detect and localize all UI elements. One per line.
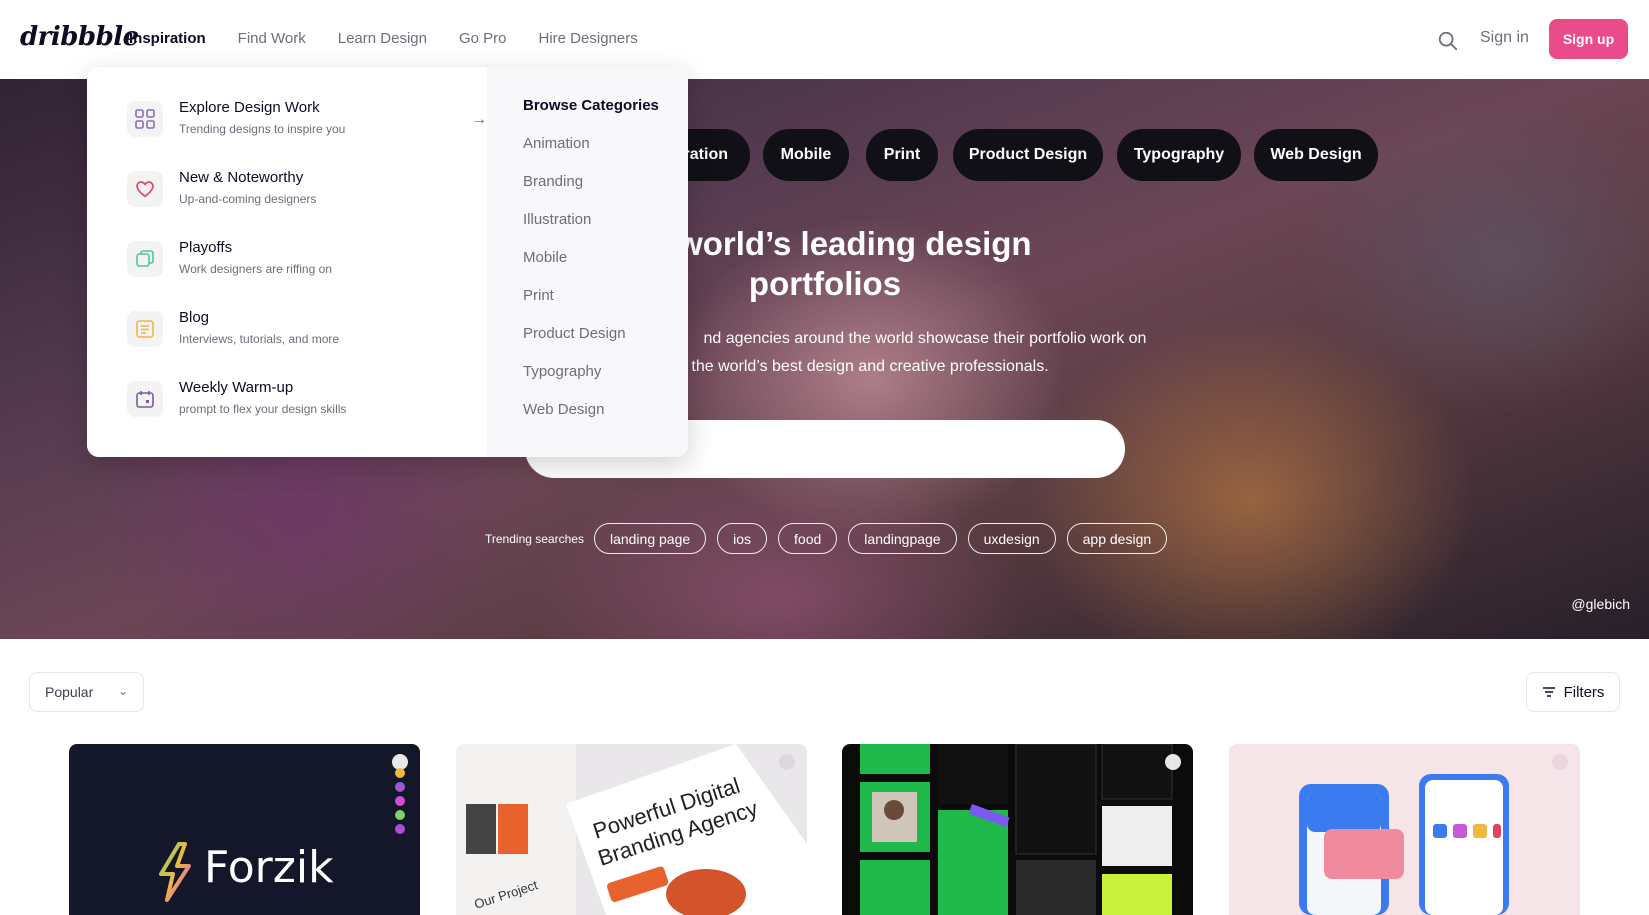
dropdown-links: Explore Design Work Trending designs to …: [87, 67, 487, 457]
color-dot: [395, 796, 405, 806]
dropdown-item-desc: Trending designs to inspire you: [179, 122, 346, 136]
document-icon: [127, 311, 163, 347]
dropdown-item-new-noteworthy[interactable]: New & Noteworthy Up-and-coming designers: [127, 169, 457, 225]
dropdown-item-title: New & Noteworthy: [179, 169, 304, 186]
nav-inspiration[interactable]: Inspiration: [129, 30, 206, 47]
dropdown-item-weekly-warmup[interactable]: Weekly Warm-up prompt to flex your desig…: [127, 379, 457, 435]
shot-thumbnail: [1299, 774, 1509, 915]
trending-tag[interactable]: landingpage: [848, 523, 957, 554]
category-link-print[interactable]: Print: [523, 287, 554, 304]
dropdown-item-title: Blog: [179, 309, 210, 326]
shot-card[interactable]: Forzik: [69, 744, 420, 915]
category-pill-typography[interactable]: Typography: [1117, 129, 1241, 181]
nav-go-pro[interactable]: Go Pro: [459, 30, 507, 47]
trending-searches: Trending searches landing page ios food …: [485, 523, 1178, 554]
forzik-wordmark: Forzik: [204, 842, 334, 893]
category-link-web-design[interactable]: Web Design: [523, 401, 604, 418]
category-link-product-design[interactable]: Product Design: [523, 325, 626, 342]
shot-badge-icon: [1165, 754, 1181, 770]
grid-icon: [127, 101, 163, 137]
inspiration-dropdown: Explore Design Work Trending designs to …: [87, 67, 688, 457]
color-dot: [395, 768, 405, 778]
heart-icon: [127, 171, 163, 207]
sort-select-value: Popular: [45, 684, 94, 700]
dropdown-item-desc: prompt to flex your design skills: [179, 402, 347, 416]
nav-hire-designers[interactable]: Hire Designers: [539, 30, 638, 47]
browse-categories-heading: Browse Categories: [523, 97, 659, 114]
chevron-down-icon: ⌄: [117, 684, 128, 698]
arrow-right-icon: →: [471, 111, 487, 128]
trending-tag[interactable]: uxdesign: [967, 523, 1056, 554]
category-link-animation[interactable]: Animation: [523, 135, 590, 152]
dropdown-item-title: Weekly Warm-up: [179, 379, 294, 396]
dropdown-item-explore[interactable]: Explore Design Work Trending designs to …: [127, 99, 487, 155]
dropdown-item-desc: Up-and-coming designers: [179, 192, 317, 206]
category-pill-print[interactable]: Print: [866, 129, 938, 181]
calendar-icon: [127, 381, 163, 417]
filters-label: Filters: [1563, 683, 1605, 701]
shot-card[interactable]: Powerful Digital Branding Agency Our Pro…: [456, 744, 807, 915]
trending-label: Trending searches: [485, 531, 584, 546]
trending-tag[interactable]: ios: [717, 523, 768, 554]
sign-up-button[interactable]: Sign up: [1549, 19, 1628, 59]
search-icon[interactable]: [1437, 30, 1459, 52]
filters-button[interactable]: Filters: [1526, 672, 1620, 712]
shot-badge-icon: [779, 754, 795, 770]
dropdown-item-desc: Work designers are riffing on: [179, 262, 332, 276]
dropdown-item-title: Explore Design Work: [179, 99, 320, 116]
shot-card[interactable]: [842, 744, 1193, 915]
dropdown-item-desc: Interviews, tutorials, and more: [179, 332, 340, 346]
shot-badge-icon: [1552, 754, 1568, 770]
trending-tag[interactable]: app design: [1066, 523, 1168, 554]
shot-thumbnail: [860, 744, 1173, 915]
sign-in-link[interactable]: Sign in: [1480, 29, 1529, 47]
category-pill-product-design[interactable]: Product Design: [953, 129, 1103, 181]
shot-card[interactable]: [1229, 744, 1580, 915]
category-link-branding[interactable]: Branding: [523, 173, 583, 190]
image-credit[interactable]: @glebich: [1571, 596, 1630, 612]
color-dot: [395, 782, 405, 792]
category-link-illustration[interactable]: Illustration: [523, 211, 591, 228]
filter-icon: [1542, 687, 1555, 697]
main-nav: Inspiration Find Work Learn Design Go Pr…: [129, 30, 670, 47]
category-pill-mobile[interactable]: Mobile: [763, 129, 849, 181]
shot-thumbnail: Powerful Digital Branding Agency Our Pro…: [456, 744, 807, 915]
browse-categories: Browse Categories Animation Branding Ill…: [487, 67, 688, 457]
color-dot: [395, 810, 405, 820]
dropdown-item-blog[interactable]: Blog Interviews, tutorials, and more: [127, 309, 457, 365]
category-link-mobile[interactable]: Mobile: [523, 249, 567, 266]
playoffs-icon: [127, 241, 163, 277]
nav-learn-design[interactable]: Learn Design: [338, 30, 427, 47]
category-pill-web-design[interactable]: Web Design: [1254, 129, 1378, 181]
dropdown-item-title: Playoffs: [179, 239, 233, 256]
category-link-typography[interactable]: Typography: [523, 363, 601, 380]
dribbble-logo[interactable]: dribbble: [20, 22, 139, 52]
forzik-logo-icon: [159, 842, 191, 902]
dropdown-item-playoffs[interactable]: Playoffs Work designers are riffing on: [127, 239, 457, 295]
sort-select[interactable]: Popular ⌄: [29, 672, 144, 712]
trending-tag[interactable]: food: [778, 523, 838, 554]
color-dot: [395, 824, 405, 834]
nav-find-work[interactable]: Find Work: [238, 30, 306, 47]
trending-tag[interactable]: landing page: [593, 523, 707, 554]
